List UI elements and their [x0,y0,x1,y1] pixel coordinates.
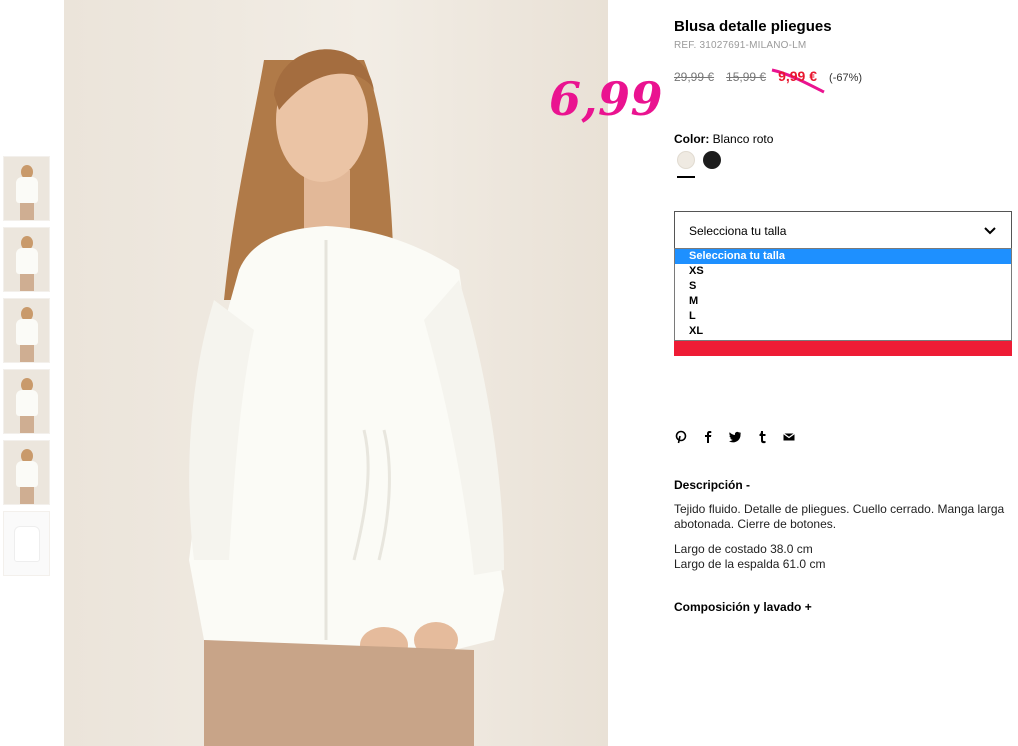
original-price: 29,99 € [674,70,715,84]
composition-toggle[interactable]: Composición y lavado + [674,600,812,614]
chevron-down-icon [984,227,996,235]
discount-badge: (-67%) [829,72,863,84]
product-main-image[interactable] [64,0,608,746]
price-row: 29,99 € 15,99 € 9,99 € (-67%) [674,68,862,84]
tumblr-icon[interactable] [755,430,769,444]
size-select[interactable]: Selecciona tu talla [674,211,1012,249]
color-swatch-blanco-roto[interactable] [677,151,695,169]
thumbnail-5[interactable] [3,440,50,505]
size-option-s[interactable]: S [675,279,1011,294]
size-option-m[interactable]: M [675,294,1011,309]
thumbnail-3[interactable] [3,298,50,363]
color-label: Color: [674,132,710,146]
thumbnail-4[interactable] [3,369,50,434]
pinterest-icon[interactable] [674,430,688,444]
measure-side-length: Largo de costado 38.0 cm [674,542,813,556]
thumbnail-gallery [3,156,50,582]
previous-price: 15,99 € [726,70,767,84]
measure-back-length: Largo de la espalda 61.0 cm [674,557,826,571]
size-options-list: Selecciona tu talla XS S M L XL [674,248,1012,341]
size-option-l[interactable]: L [675,309,1011,324]
color-label-row: Color: Blanco roto [674,132,773,146]
share-icons [674,430,809,444]
size-select-value: Selecciona tu talla [689,224,787,238]
model-illustration [189,49,504,746]
mail-icon[interactable] [782,430,796,444]
color-value: Blanco roto [712,132,774,146]
color-swatch-negro[interactable] [703,151,721,169]
selected-swatch-indicator [677,176,695,178]
thumbnail-1[interactable] [3,156,50,221]
description-toggle[interactable]: Descripción - [674,478,750,492]
twitter-icon[interactable] [728,430,742,444]
sale-price: 9,99 € [778,68,818,84]
overlay-price-annotation: 6,99 [549,72,664,126]
size-option-xl[interactable]: XL [675,324,1011,340]
thumbnail-6[interactable] [3,511,50,576]
facebook-icon[interactable] [701,430,715,444]
thumbnail-2[interactable] [3,227,50,292]
size-option-placeholder[interactable]: Selecciona tu talla [675,249,1011,264]
product-reference: REF. 31027691-MILANO-LM [674,40,807,51]
description-text: Tejido fluido. Detalle de pliegues. Cuel… [674,502,1005,531]
size-option-xs[interactable]: XS [675,264,1011,279]
product-title: Blusa detalle pliegues [674,18,832,35]
